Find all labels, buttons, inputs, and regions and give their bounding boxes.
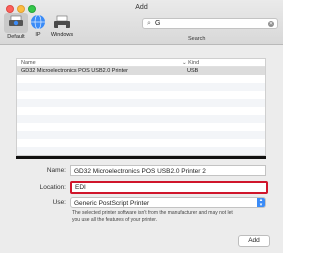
add-printer-window: Add Default IP Windows ⌕ G ✕ Search Name… <box>0 0 283 253</box>
search-field[interactable]: ⌕ ✕ <box>142 18 278 29</box>
driver-warning-line1: The selected printer software isn't from… <box>72 210 233 216</box>
empty-row <box>17 91 265 99</box>
empty-row <box>17 147 265 155</box>
default-printer-icon <box>9 15 23 26</box>
use-driver-select[interactable]: Generic PostScript Printer ▴ ▾ <box>70 197 266 208</box>
empty-row <box>17 123 265 131</box>
windows-tab-label: Windows <box>50 32 74 38</box>
use-label: Use: <box>52 199 66 206</box>
empty-row <box>17 131 265 139</box>
default-tab[interactable]: Default <box>3 13 29 40</box>
ip-tab[interactable]: IP <box>30 13 46 38</box>
windows-tab[interactable]: Windows <box>48 13 76 38</box>
printer-list[interactable]: Name ⌄ Kind GD32 Microelectronics POS US… <box>16 58 266 156</box>
windows-printer-icon <box>54 15 70 28</box>
column-header-kind-label: Kind <box>188 60 200 66</box>
default-tab-label: Default <box>7 34 25 40</box>
location-label: Location: <box>39 184 66 191</box>
search-input[interactable] <box>155 19 265 28</box>
printer-row[interactable]: GD32 Microelectronics POS USB2.0 Printer… <box>17 67 265 75</box>
empty-row <box>17 99 265 107</box>
chevron-up-down-icon: ▴ ▾ <box>257 198 265 207</box>
window-title: Add <box>135 4 148 11</box>
globe-icon <box>31 14 45 30</box>
name-field[interactable]: GD32 Microelectronics POS USB2.0 Printer… <box>70 165 266 176</box>
column-header-kind[interactable]: ⌄ Kind <box>182 60 199 66</box>
add-button[interactable]: Add <box>238 235 270 247</box>
printer-details: Name: GD32 Microelectronics POS USB2.0 P… <box>16 156 268 225</box>
printer-name: GD32 Microelectronics POS USB2.0 Printer <box>21 68 128 74</box>
column-header-name[interactable]: Name <box>21 60 36 66</box>
driver-warning-line2: you use all the features of your printer… <box>72 216 158 223</box>
location-field[interactable]: EDI <box>70 181 268 194</box>
use-driver-value: Generic PostScript Printer <box>74 199 150 207</box>
clear-search-icon[interactable]: ✕ <box>268 20 274 27</box>
empty-row <box>17 75 265 83</box>
search-icon: ⌕ <box>147 20 151 27</box>
printer-kind: USB <box>187 68 199 74</box>
empty-row <box>17 115 265 123</box>
driver-warning-note: The selected printer software isn't from… <box>72 210 266 223</box>
empty-row <box>17 83 265 91</box>
ip-tab-label: IP <box>35 32 41 38</box>
name-label: Name: <box>46 167 66 174</box>
toolbar: Add Default IP Windows ⌕ G ✕ Search <box>0 0 283 45</box>
search-label: Search <box>188 36 206 42</box>
empty-row <box>17 139 265 147</box>
list-header: Name ⌄ Kind <box>17 59 265 67</box>
empty-row <box>17 107 265 115</box>
